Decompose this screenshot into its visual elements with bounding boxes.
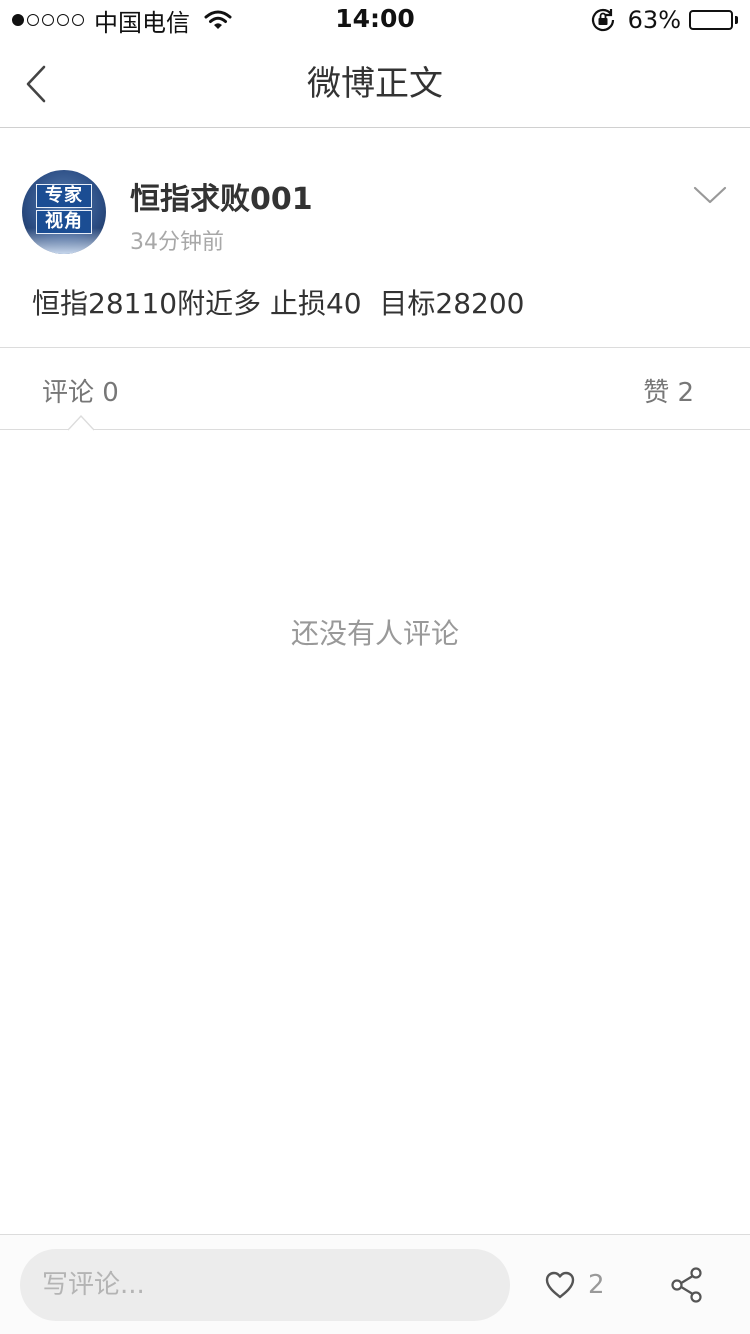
rotation-lock-icon	[590, 7, 616, 33]
comment-input[interactable]	[20, 1249, 510, 1321]
post-content: 恒指28110附近多 止损40 目标28200	[32, 287, 525, 320]
battery-icon	[689, 10, 738, 30]
post-timestamp: 34分钟前	[130, 230, 224, 255]
like-button[interactable]: 2	[544, 1263, 605, 1307]
chevron-down-icon	[693, 186, 727, 204]
empty-comments-message: 还没有人评论	[290, 617, 459, 650]
page-title: 微博正文	[307, 64, 443, 104]
like-count: 2	[588, 1270, 605, 1300]
status-right: 63%	[590, 6, 738, 34]
avatar[interactable]: 专家 视角	[22, 170, 106, 254]
post-card: 专家 视角 恒指求败001 34分钟前 恒指28110附近多 止损40 目标28…	[0, 128, 750, 348]
battery-percent: 63%	[627, 6, 681, 34]
more-options-button[interactable]	[690, 180, 730, 210]
tab-indicator	[68, 414, 94, 431]
post-tabs: 评论 0 赞 2	[0, 348, 750, 431]
avatar-label-line1: 专家	[36, 184, 92, 208]
share-button[interactable]	[668, 1265, 706, 1305]
tab-likes[interactable]: 赞 2	[643, 372, 694, 409]
heart-icon	[545, 1271, 575, 1299]
username[interactable]: 恒指求败001	[130, 174, 313, 218]
avatar-label-line2: 视角	[36, 210, 92, 234]
tab-comments[interactable]: 评论 0	[42, 372, 119, 409]
bottom-bar: 2	[0, 1234, 750, 1334]
status-bar: 中国电信 14:00 63%	[0, 0, 750, 40]
nav-bar: 微博正文	[0, 40, 750, 128]
share-icon	[671, 1267, 702, 1303]
